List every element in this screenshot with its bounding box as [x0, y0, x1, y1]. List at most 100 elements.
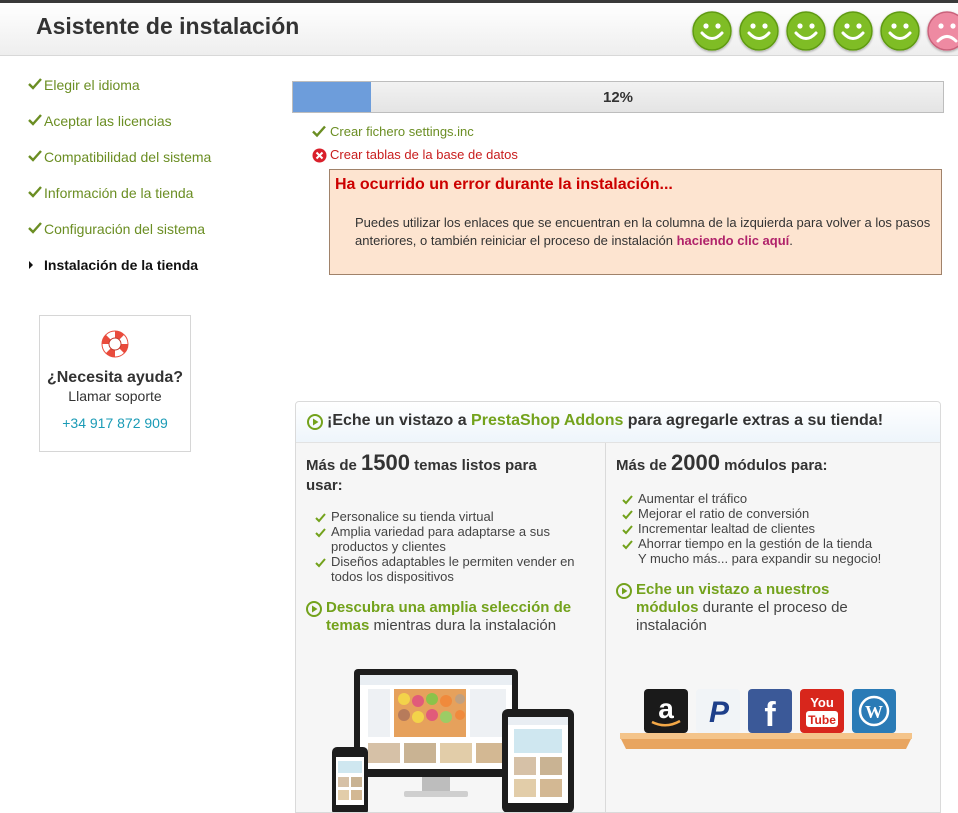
modules-heading: Más de 2000 módulos para:: [616, 449, 828, 476]
happy-smiley-icon: [739, 11, 779, 51]
addons-title-prefix: ¡Eche un vistazo a: [327, 412, 472, 429]
themes-heading-line2: usar:: [306, 477, 343, 494]
support-phone-link[interactable]: +34 917 872 909: [40, 415, 190, 431]
happy-smiley-icon: [692, 11, 732, 51]
sad-smiley-icon: [927, 11, 958, 51]
happy-smiley-icon: [786, 11, 826, 51]
addons-promo: ¡Eche un vistazo a PrestaShop Addons par…: [295, 401, 941, 813]
task-label: Crear tablas de la base de datos: [330, 147, 518, 162]
happy-smiley-icon: [833, 11, 873, 51]
error-message-line2: anteriores, o también reiniciar el proce…: [355, 233, 677, 248]
feature-text: Aumentar el tráfico: [638, 491, 748, 506]
themes-cta-green-1: Descubra una amplia selección de: [326, 599, 572, 616]
step-aceptar-licencias[interactable]: Aceptar las licencias: [28, 111, 278, 147]
error-message: Puedes utilizar los enlaces que se encue…: [355, 214, 937, 250]
feature-text: Diseños adaptables le permiten vender en…: [331, 554, 575, 584]
happy-smiley-icon: [880, 11, 920, 51]
step-label: Aceptar las licencias: [44, 113, 172, 129]
themes-cta-text: Descubra una amplia selección de temas mi…: [326, 599, 571, 635]
checkmark-icon: [312, 125, 326, 141]
feature-text: Incrementar lealtad de clientes: [638, 521, 816, 536]
addons-header: ¡Eche un vistazo a PrestaShop Addons par…: [296, 402, 940, 443]
feature-text-line2: todos los dispositivos: [331, 569, 454, 584]
youtube-logo-label-top: You: [810, 695, 834, 710]
progress-label: 12%: [602, 89, 634, 106]
checkmark-icon: [315, 511, 326, 526]
checkmark-icon: [28, 149, 42, 163]
step-label: Configuración del sistema: [44, 221, 206, 237]
error-message-line1: Puedes utilizar los enlaces que se encue…: [355, 215, 931, 230]
facebook-logo-icon: f: [748, 689, 792, 734]
step-elegir-idioma[interactable]: Elegir el idioma: [28, 75, 278, 111]
checkmark-icon: [28, 185, 42, 199]
task-label: Crear fichero settings.inc: [330, 124, 474, 139]
addons-title-suffix: para agregarle extras a su tienda!: [623, 412, 884, 429]
themes-heading: Más de 1500 temas listos para usar:: [306, 449, 537, 496]
error-message-suffix: .: [789, 233, 793, 248]
step-informacion-tienda[interactable]: Información de la tienda: [28, 183, 278, 219]
help-title: ¿Necesita ayuda?: [46, 369, 184, 386]
page-title: Asistente de instalación: [36, 13, 300, 39]
svg-text:P: P: [709, 696, 730, 729]
modules-cta-green-1: Eche un vistazo a nuestros: [636, 581, 830, 598]
feature-text-line1: Amplia variedad para adaptarse a sus: [331, 524, 550, 539]
help-subtitle: Llamar soporte: [68, 388, 162, 404]
checkmark-icon: [28, 113, 42, 127]
feature-extra-text: Y mucho más... para expandir su negocio!: [638, 551, 882, 566]
lifebuoy-icon: [100, 329, 130, 364]
current-step-arrow-icon: [29, 261, 33, 269]
youtube-logo-label-bottom: Tube: [808, 713, 836, 727]
play-icon: [306, 601, 322, 622]
feature-text: Personalice su tienda virtual: [331, 509, 494, 524]
themes-cta-rest: mientras dura la instalación: [369, 617, 557, 634]
modules-heading-suffix: módulos para:: [719, 457, 828, 474]
addons-title: ¡Eche un vistazo a PrestaShop Addons par…: [327, 412, 883, 430]
feature-text: Mejorar el ratio de conversión: [638, 506, 810, 521]
step-compatibilidad[interactable]: Compatibilidad del sistema: [28, 147, 278, 183]
module-logos-shelf: a P f You Tube W: [620, 689, 912, 749]
youtube-logo-icon: You Tube: [800, 689, 844, 733]
modules-cta-text: Eche un vistazo a nuestros módulos durant…: [636, 581, 848, 635]
restart-install-link[interactable]: haciendo clic aquí: [677, 233, 790, 248]
help-box: ¿Necesita ayuda? Llamar soporte +34 917 …: [39, 315, 191, 452]
feature-text: Amplia variedad para adaptarse a sus prod…: [331, 524, 550, 554]
modules-column: Más de 2000 módulos para: Aumentar el tr…: [605, 443, 940, 812]
step-instalacion-tienda: Instalación de la tienda: [28, 255, 278, 291]
responsive-devices-illustration: [332, 669, 574, 812]
installation-steps: Elegir el idioma Aceptar las licencias C…: [28, 75, 278, 291]
themes-column: Más de 1500 temas listos para usar: Pers…: [296, 443, 605, 812]
modules-count: 2000: [671, 450, 720, 475]
themes-cta-green-2: temas: [326, 617, 370, 634]
step-configuracion-sistema[interactable]: Configuración del sistema: [28, 219, 278, 255]
checkmark-icon: [28, 77, 42, 91]
play-icon: [307, 414, 323, 435]
feature-text-line2: productos y clientes: [331, 539, 446, 554]
error-title: Ha ocurrido un error durante la instalac…: [335, 176, 673, 193]
svg-text:a: a: [658, 693, 674, 724]
svg-text:W: W: [865, 702, 883, 722]
checkmark-icon: [622, 538, 633, 553]
step-label: Elegir el idioma: [44, 77, 140, 93]
themes-count: 1500: [361, 450, 410, 475]
checkmark-icon: [28, 221, 42, 235]
modules-heading-prefix: Más de: [616, 457, 672, 474]
svg-text:f: f: [764, 696, 776, 734]
installation-progress-bar: 12%: [292, 81, 944, 113]
themes-heading-suffix: temas listos para: [409, 457, 537, 474]
step-label: Compatibilidad del sistema: [44, 149, 212, 165]
checkmark-icon: [315, 526, 326, 541]
modules-cta-green-2: módulos: [636, 599, 699, 616]
play-icon: [616, 583, 632, 604]
checkmark-icon: [622, 493, 633, 508]
feature-text: Ahorrar tiempo en la gestión de la tiend…: [638, 536, 873, 551]
step-label: Información de la tienda: [44, 185, 194, 201]
error-x-icon: [312, 148, 327, 166]
error-box: Ha ocurrido un error durante la instalac…: [329, 169, 942, 275]
themes-heading-prefix: Más de: [306, 457, 362, 474]
prestashop-addons-link[interactable]: PrestaShop Addons: [471, 412, 623, 429]
modules-cta-rest-2: instalación: [636, 617, 707, 634]
wordpress-logo-icon: W: [852, 689, 896, 733]
checkmark-icon: [315, 556, 326, 571]
paypal-logo-icon: P: [696, 689, 740, 733]
checkmark-icon: [622, 508, 633, 523]
